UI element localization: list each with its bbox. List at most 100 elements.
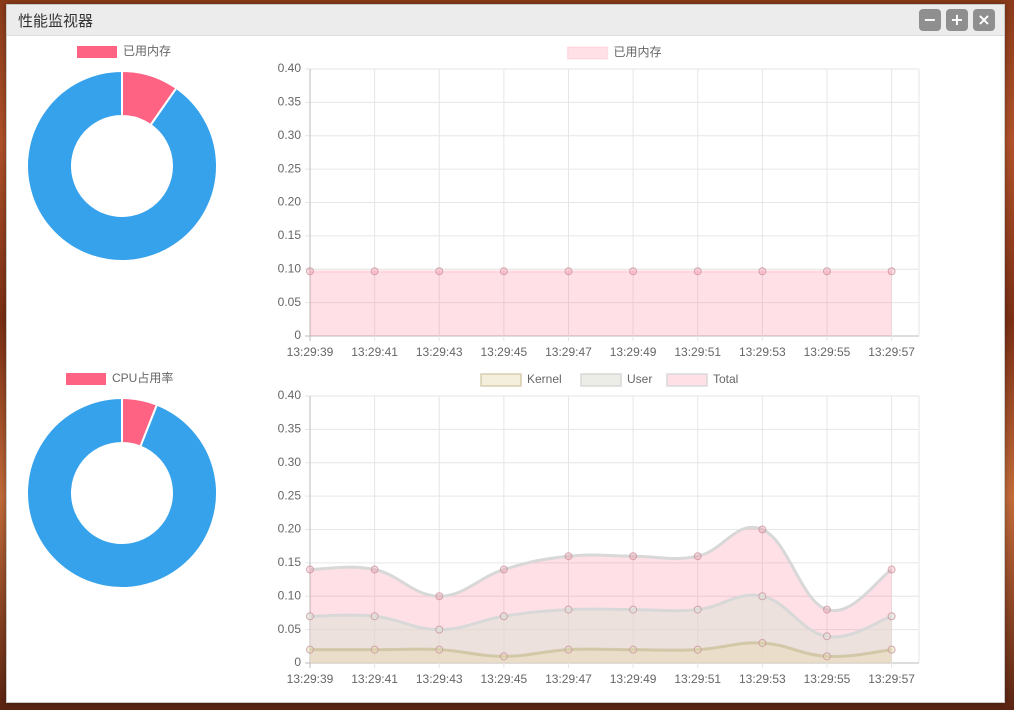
window-content: 已用内存 CPU占用率 已用内存 0 0.05 0.10 0.15 0.20 0.25 0.30 0… bbox=[7, 35, 1004, 702]
data-point bbox=[693, 267, 702, 276]
x-tick-label: 13:29:47 bbox=[545, 672, 592, 686]
x-tick-label: 13:29:49 bbox=[610, 345, 657, 359]
x-tick-label: 13:29:47 bbox=[545, 345, 592, 359]
data-point bbox=[693, 552, 702, 561]
data-point bbox=[629, 552, 638, 561]
x-tick-label: 13:29:41 bbox=[351, 345, 398, 359]
y-tick-label: 0.25 bbox=[278, 161, 302, 175]
x-tick-label: 13:29:39 bbox=[287, 345, 334, 359]
legend-swatch bbox=[666, 373, 708, 387]
x-tick-label: 13:29:49 bbox=[610, 672, 657, 686]
data-point bbox=[435, 267, 444, 276]
data-point bbox=[822, 632, 831, 641]
data-point bbox=[435, 592, 444, 601]
y-tick-label: 0.20 bbox=[278, 522, 302, 536]
x-tick-label: 13:29:45 bbox=[481, 345, 528, 359]
y-tick-label: 0.15 bbox=[278, 228, 302, 242]
y-tick-label: 0.05 bbox=[278, 622, 302, 636]
charts-canvas: 已用内存 CPU占用率 已用内存 0 0.05 0.10 0.15 0.20 0.25 0.30 0… bbox=[26, 44, 920, 686]
data-point bbox=[370, 612, 379, 621]
x-tick-label: 13:29:43 bbox=[416, 672, 463, 686]
legend-label: Kernel bbox=[527, 372, 562, 386]
data-point bbox=[306, 267, 314, 276]
x-tick-label: 13:29:39 bbox=[287, 672, 334, 686]
legend-swatch bbox=[566, 46, 609, 60]
y-tick-label: 0 bbox=[294, 328, 301, 342]
donut-slice bbox=[26, 69, 218, 262]
maximize-button[interactable]: + bbox=[946, 9, 968, 31]
data-point bbox=[564, 267, 573, 276]
donut-slice bbox=[26, 396, 218, 589]
legend-label: CPU占用率 bbox=[112, 370, 173, 385]
x-tick-label: 13:29:55 bbox=[804, 672, 851, 686]
y-tick-label: 0.35 bbox=[278, 95, 302, 109]
legend-swatch bbox=[480, 373, 522, 387]
data-point bbox=[822, 267, 831, 276]
data-point bbox=[887, 645, 896, 654]
x-tick-label: 13:29:45 bbox=[481, 672, 528, 686]
data-point bbox=[758, 525, 767, 534]
data-point bbox=[629, 645, 638, 654]
close-icon: × bbox=[977, 10, 991, 29]
data-point bbox=[887, 267, 896, 276]
data-point bbox=[370, 565, 379, 574]
x-tick-label: 13:29:57 bbox=[868, 672, 915, 686]
legend-label: Total bbox=[713, 372, 738, 386]
data-point bbox=[758, 638, 767, 647]
y-tick-label: 0.10 bbox=[278, 261, 302, 275]
y-tick-label: 0.40 bbox=[278, 388, 302, 402]
title-bar[interactable]: 性能监视器 − + × bbox=[7, 5, 1004, 36]
data-point bbox=[629, 605, 638, 614]
data-point bbox=[435, 645, 444, 654]
y-tick-label: 0.05 bbox=[278, 295, 302, 309]
data-point bbox=[693, 645, 702, 654]
x-tick-label: 13:29:43 bbox=[416, 345, 463, 359]
data-point bbox=[822, 652, 831, 661]
x-tick-label: 13:29:51 bbox=[674, 672, 721, 686]
data-point bbox=[564, 645, 573, 654]
data-point bbox=[629, 267, 638, 276]
data-point bbox=[499, 612, 508, 621]
legend-swatch bbox=[66, 373, 106, 385]
data-point bbox=[499, 652, 508, 661]
data-point bbox=[758, 592, 767, 601]
data-point bbox=[306, 645, 314, 654]
close-button[interactable]: × bbox=[973, 9, 995, 31]
data-point bbox=[887, 612, 896, 621]
data-point bbox=[564, 552, 573, 561]
y-tick-label: 0 bbox=[294, 655, 301, 669]
y-tick-label: 0.20 bbox=[278, 195, 302, 209]
plus-icon: + bbox=[950, 10, 964, 29]
data-point bbox=[499, 565, 508, 574]
data-point bbox=[822, 605, 831, 614]
legend-label: 已用内存 bbox=[123, 44, 171, 58]
y-tick-label: 0.40 bbox=[278, 61, 302, 75]
x-tick-label: 13:29:41 bbox=[351, 672, 398, 686]
x-tick-label: 13:29:53 bbox=[739, 672, 786, 686]
legend-label: 已用内存 bbox=[614, 45, 662, 59]
y-tick-label: 0.30 bbox=[278, 455, 302, 469]
x-tick-label: 13:29:57 bbox=[868, 345, 915, 359]
legend-swatch bbox=[77, 46, 117, 58]
y-tick-label: 0.25 bbox=[278, 488, 302, 502]
data-point bbox=[564, 605, 573, 614]
minimize-button[interactable]: − bbox=[919, 9, 941, 31]
data-point bbox=[887, 565, 896, 574]
y-tick-label: 0.15 bbox=[278, 555, 302, 569]
legend-label: User bbox=[627, 372, 652, 386]
y-tick-label: 0.10 bbox=[278, 588, 302, 602]
performance-monitor-window: 性能监视器 − + × 已用内存 CPU占用率 已用内存 0 0.05 0.10 0.15 0… bbox=[6, 4, 1005, 703]
data-point bbox=[499, 267, 508, 276]
data-point bbox=[758, 267, 767, 276]
x-tick-label: 13:29:53 bbox=[739, 345, 786, 359]
data-point bbox=[370, 645, 379, 654]
series-area bbox=[310, 271, 892, 336]
data-point bbox=[370, 267, 379, 276]
data-point bbox=[306, 565, 314, 574]
legend-swatch bbox=[580, 373, 622, 387]
minimize-icon: − bbox=[923, 10, 937, 29]
data-point bbox=[693, 605, 702, 614]
data-point bbox=[306, 612, 314, 621]
window-title: 性能监视器 bbox=[18, 12, 94, 30]
y-tick-label: 0.35 bbox=[278, 422, 302, 436]
